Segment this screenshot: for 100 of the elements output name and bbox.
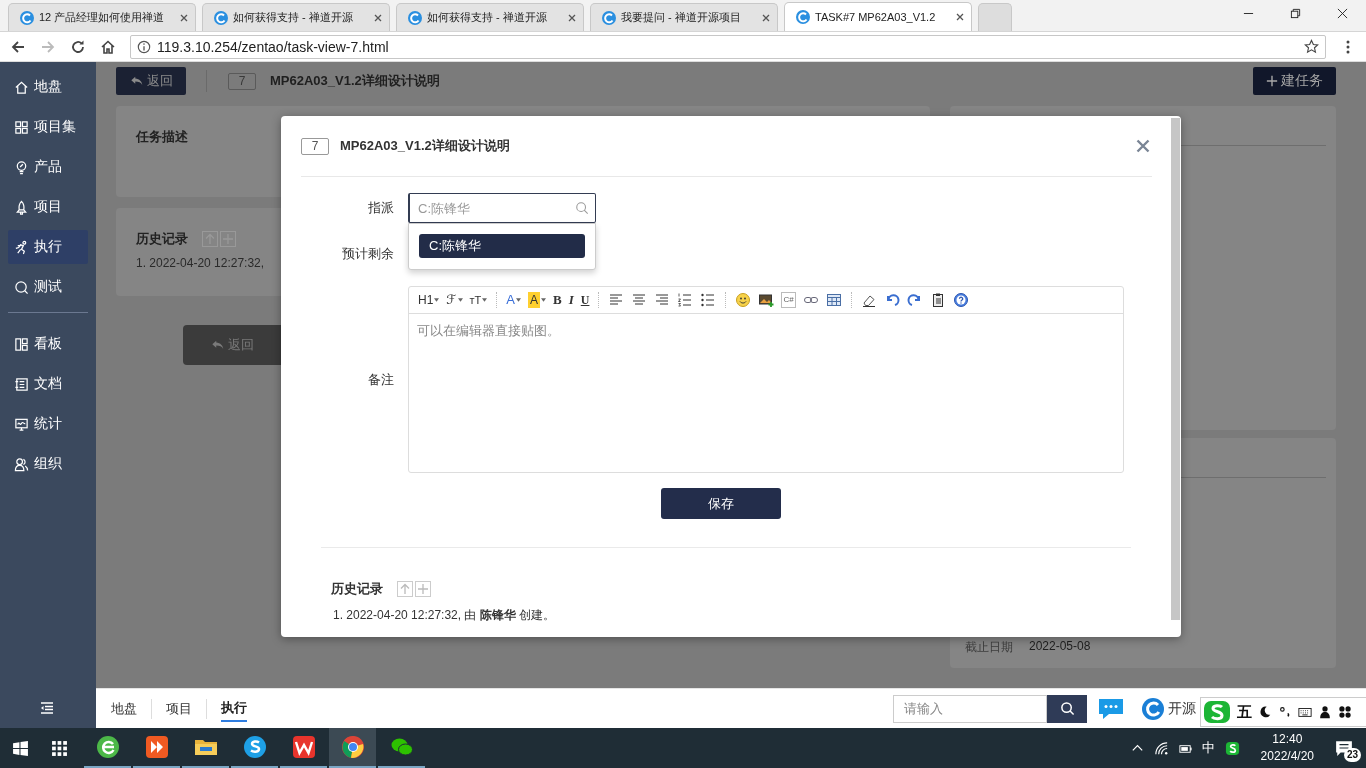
search-icon: [1059, 701, 1075, 716]
close-icon[interactable]: [179, 12, 189, 23]
smiley-icon[interactable]: [735, 292, 752, 308]
nav-icon: [14, 199, 29, 215]
swirl-icon: [407, 9, 423, 26]
sidebar-item[interactable]: 文档: [8, 367, 88, 401]
punctuation-icon[interactable]: [1278, 705, 1292, 719]
table-icon[interactable]: [825, 292, 842, 308]
sidebar-item[interactable]: 项目集: [8, 110, 88, 144]
wifi-icon[interactable]: [1153, 740, 1169, 756]
browser-tab[interactable]: 如何获得支持 - 禅道开源: [396, 3, 584, 31]
align-left-icon[interactable]: [608, 292, 625, 308]
sidebar-item[interactable]: 看板: [8, 327, 88, 361]
field-label: 预计剩余: [341, 245, 394, 263]
sidebar-item[interactable]: 执行: [8, 230, 88, 264]
brand-name: 开源: [1168, 699, 1196, 718]
app-icon: [144, 735, 169, 759]
field-label: 指派: [367, 199, 394, 217]
sidebar-item[interactable]: 统计: [8, 407, 88, 441]
scrollbar[interactable]: [1171, 118, 1180, 620]
underline-button[interactable]: U: [580, 291, 590, 309]
back-arrow-icon[interactable]: [10, 38, 26, 55]
numbered-list-icon[interactable]: [677, 292, 694, 308]
browser-tab[interactable]: TASK#7 MP62A03_V1.2: [784, 2, 972, 31]
breadcrumb-link[interactable]: 执行: [221, 695, 247, 722]
input-mode[interactable]: 五: [1237, 702, 1252, 722]
history-entry: 1. 2022-04-20 12:27:32,: [136, 256, 266, 270]
nav-icon: [14, 416, 29, 432]
reload-icon[interactable]: [70, 38, 86, 55]
deadline-label: 截止日期: [965, 639, 1013, 656]
notification-button[interactable]: 23: [1326, 728, 1362, 768]
search-button[interactable]: [1047, 694, 1087, 723]
sidebar-item[interactable]: 测试: [8, 270, 88, 304]
font-size-button[interactable]: ᴛT: [469, 291, 488, 309]
help-icon[interactable]: [952, 292, 969, 308]
caret-icon: [482, 298, 488, 302]
swirl-icon: [213, 9, 229, 26]
close-icon[interactable]: [1337, 8, 1348, 19]
nav-icon: [14, 79, 29, 95]
app-icon: [95, 735, 120, 759]
italic-button[interactable]: I: [568, 291, 574, 309]
section-title: 历史记录: [331, 580, 383, 598]
clock-date[interactable]: 2022/4/20: [1260, 748, 1314, 765]
close-icon[interactable]: [955, 12, 965, 22]
bold-button[interactable]: B: [553, 291, 562, 309]
star-icon[interactable]: [1304, 39, 1319, 54]
windows-logo-icon[interactable]: [12, 739, 29, 757]
search-field[interactable]: C:陈锋华: [408, 193, 596, 223]
collapse-menu-icon[interactable]: [39, 700, 55, 716]
moon-icon[interactable]: [1258, 705, 1272, 719]
create-task-button[interactable]: 建任务: [1253, 67, 1336, 95]
browser-tab[interactable]: 12 产品经理如何使用禅道: [8, 3, 196, 31]
breadcrumb-link[interactable]: 项目: [166, 696, 192, 721]
back-button[interactable]: 返回: [116, 67, 186, 95]
section-title: 历史记录: [136, 230, 188, 248]
swirl-icon: [601, 9, 617, 26]
font-family-button[interactable]: ℱ: [446, 291, 463, 309]
rich-text-editor[interactable]: H1 ℱ ᴛT A A B I U C# 可以在编辑器直接贴图。: [408, 286, 1124, 473]
history-entry: 1. 2022-04-20 12:27:32, 由 陈锋华 创建。: [333, 607, 557, 624]
tab-title: 我要提问 - 禅道开源项目: [621, 10, 742, 25]
nav-icon: [14, 119, 29, 135]
align-right-icon[interactable]: [654, 292, 671, 308]
task-title: MP62A03_V1.2详细设计说明: [270, 72, 440, 90]
keyboard-icon[interactable]: [1298, 705, 1312, 719]
nav-icon: [14, 159, 29, 175]
align-center-icon[interactable]: [631, 292, 648, 308]
close-icon[interactable]: [761, 12, 771, 23]
browser-tab[interactable]: 我要提问 - 禅道开源项目: [590, 3, 778, 31]
bullet-list-icon[interactable]: [700, 292, 717, 308]
ime-logo-icon[interactable]: [1224, 740, 1240, 756]
text-color-button[interactable]: A: [506, 291, 521, 309]
person-icon[interactable]: [1318, 705, 1332, 719]
code-button[interactable]: C#: [781, 291, 796, 309]
dropdown-option[interactable]: C:陈锋华: [419, 234, 585, 258]
input-language[interactable]: 中: [1201, 739, 1215, 757]
home-icon[interactable]: [100, 38, 116, 55]
nav-icon: [14, 239, 29, 255]
save-button[interactable]: 保存: [661, 488, 781, 519]
apps-grid-icon[interactable]: [51, 739, 68, 757]
caret-icon: [541, 298, 547, 302]
search-icon: [575, 201, 589, 215]
sidebar-item[interactable]: 组织: [8, 447, 88, 481]
redo-icon[interactable]: [906, 292, 923, 308]
close-icon[interactable]: [373, 12, 383, 23]
grid-icon[interactable]: [1338, 705, 1352, 719]
breadcrumb-link[interactable]: 地盘: [111, 696, 137, 721]
sidebar-item[interactable]: 产品: [8, 150, 88, 184]
chat-icon[interactable]: [1097, 696, 1125, 721]
image-icon[interactable]: [758, 292, 775, 308]
taskbar-button[interactable]: [329, 728, 376, 768]
heading-button[interactable]: H1: [418, 291, 440, 309]
browser-tab[interactable]: 如何获得支持 - 禅道开源: [202, 3, 390, 31]
close-icon[interactable]: [567, 12, 577, 23]
address-field[interactable]: 119.3.10.254/zentao/task-view-7.html: [130, 34, 1326, 59]
sidebar-item[interactable]: 项目: [8, 190, 88, 224]
sidebar-item[interactable]: 地盘: [8, 70, 88, 104]
clock-time[interactable]: 12:40: [1272, 731, 1303, 748]
restore-icon[interactable]: [1290, 8, 1301, 19]
field-label: 备注: [367, 370, 394, 389]
tab-title: 如何获得支持 - 禅道开源: [233, 10, 354, 25]
